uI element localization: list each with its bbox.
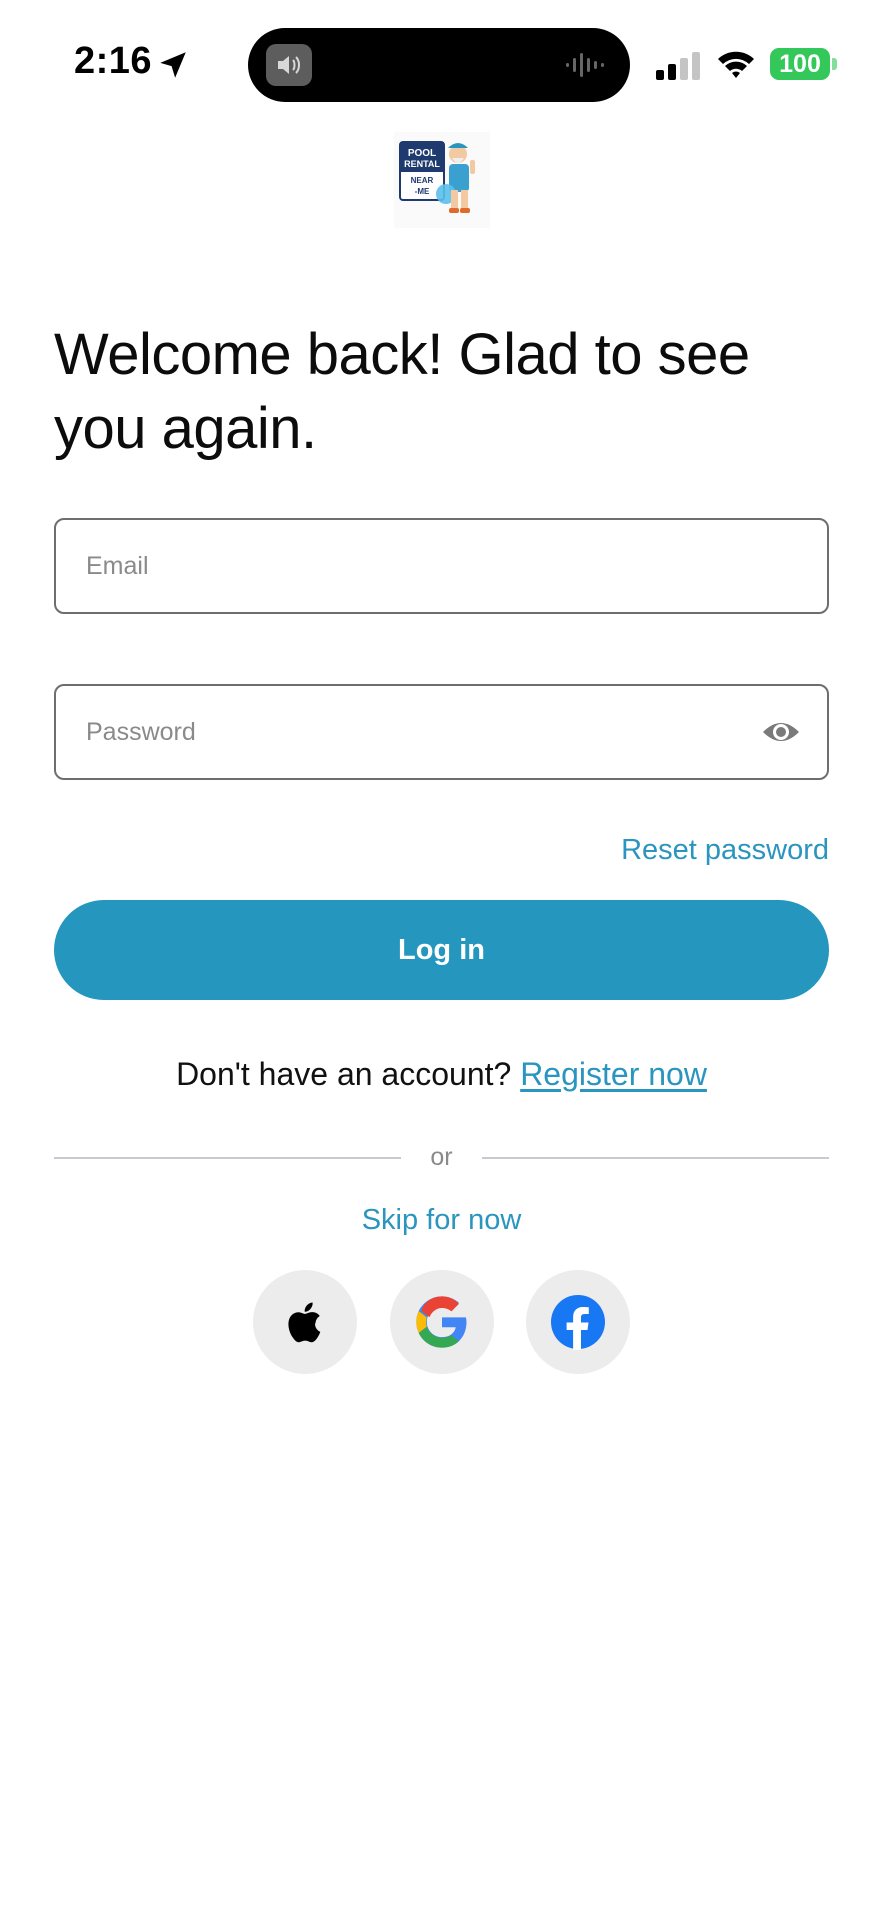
svg-text:POOL: POOL — [408, 148, 436, 159]
apple-icon — [288, 1302, 321, 1343]
facebook-icon — [551, 1295, 605, 1350]
signal-icon — [656, 52, 700, 80]
wifi-icon — [718, 51, 754, 78]
divider-left — [54, 1157, 401, 1159]
speaker-icon — [266, 44, 312, 86]
google-icon — [416, 1296, 467, 1348]
pool-rental-logo: POOL RENTAL NEAR -ME — [394, 132, 490, 228]
email-input[interactable] — [86, 520, 766, 612]
register-prompt: Don't have an account? — [176, 1056, 521, 1092]
welcome-heading: Welcome back! Glad to see you again. — [54, 322, 750, 461]
facebook-sign-in-button[interactable] — [526, 1270, 630, 1374]
dynamic-island — [248, 28, 630, 102]
battery-cap — [832, 58, 837, 70]
skip-for-now-link[interactable]: Skip for now — [0, 1204, 883, 1237]
status-bar: 2:16 100 — [0, 0, 883, 120]
svg-text:RENTAL: RENTAL — [404, 159, 440, 169]
status-time: 2:16 — [74, 40, 153, 82]
divider-or-label: or — [430, 1143, 453, 1171]
battery-icon: 100 — [770, 48, 830, 80]
reset-password-link[interactable]: Reset password — [621, 834, 829, 867]
register-now-link[interactable]: Register now — [520, 1056, 707, 1092]
login-button[interactable]: Log in — [54, 900, 829, 1000]
divider-right — [482, 1157, 829, 1159]
password-input[interactable] — [86, 686, 766, 778]
location-arrow-icon — [160, 52, 186, 78]
password-field-container[interactable] — [54, 684, 829, 780]
register-row: Don't have an account? Register now — [0, 1056, 883, 1093]
svg-text:-ME: -ME — [415, 187, 430, 196]
google-sign-in-button[interactable] — [390, 1270, 494, 1374]
eye-icon[interactable] — [761, 716, 801, 748]
audio-wave-icon — [566, 53, 604, 77]
email-field-container[interactable] — [54, 518, 829, 614]
apple-sign-in-button[interactable] — [253, 1270, 357, 1374]
svg-text:NEAR: NEAR — [411, 176, 434, 185]
